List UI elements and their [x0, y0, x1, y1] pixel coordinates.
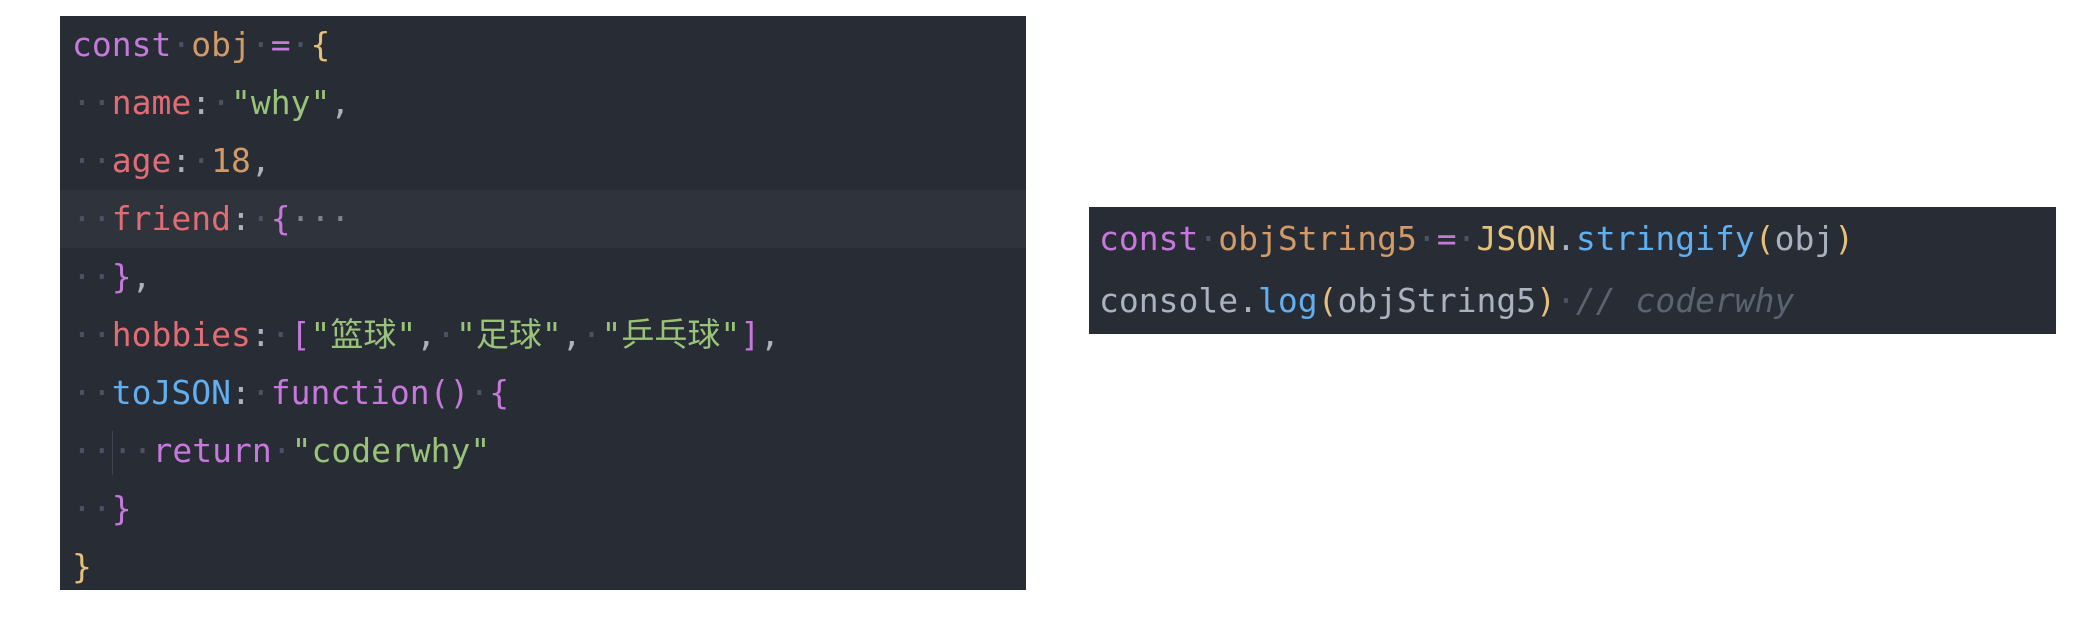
- code-line-2: ··name:·"why",: [72, 83, 351, 122]
- comma: ,: [416, 315, 437, 354]
- property-key: age: [111, 141, 172, 180]
- code-line-5: ··},: [72, 257, 152, 296]
- code-comment: // coderwhy: [1575, 281, 1795, 320]
- console-object: console: [1099, 281, 1239, 320]
- code-line-4-folded[interactable]: ··friend:·{···: [60, 190, 1026, 248]
- close-brace: }: [111, 257, 132, 296]
- code-editor-left: const·obj·=·{ ··name:·"why", ··age:·18, …: [60, 16, 1026, 590]
- comma: ,: [250, 141, 271, 180]
- method-name: stringify: [1575, 219, 1755, 258]
- method-name: log: [1257, 281, 1318, 320]
- code-line-6: ··hobbies:·["篮球",·"足球",·"乒乓球"],: [72, 315, 780, 354]
- code-editor-right: const·objString5·=·JSON.stringify(obj) c…: [1089, 207, 2056, 334]
- close-bracket: ]: [740, 315, 761, 354]
- string-value: "篮球": [310, 315, 417, 354]
- open-brace: {: [270, 199, 291, 238]
- dot: .: [1556, 219, 1576, 258]
- code-line-7: ··toJSON:·function()·{: [72, 373, 510, 412]
- argument: objString5: [1337, 281, 1537, 320]
- number-value: 18: [211, 141, 251, 180]
- method-key: toJSON: [111, 373, 231, 412]
- property-key: friend: [111, 199, 231, 238]
- open-bracket: [: [290, 315, 311, 354]
- keyword: return: [152, 431, 272, 470]
- string-value: "coderwhy": [291, 431, 491, 470]
- colon: :: [250, 315, 271, 354]
- keyword: const: [72, 25, 172, 64]
- colon: :: [191, 83, 212, 122]
- comma: ,: [131, 257, 152, 296]
- close-paren: ): [1834, 219, 1855, 258]
- string-value: "足球": [455, 315, 562, 354]
- variable: obj: [191, 25, 251, 64]
- code-line-10: }: [60, 538, 1026, 596]
- function-keyword: function: [270, 373, 430, 412]
- open-paren: (: [1754, 219, 1775, 258]
- property-key: name: [111, 83, 192, 122]
- code-line-8: ····return·"coderwhy": [60, 422, 1026, 480]
- operator: =: [1436, 219, 1457, 258]
- keyword: const: [1099, 219, 1199, 258]
- close-brace: }: [111, 489, 132, 528]
- variable: objString5: [1218, 219, 1417, 258]
- parens: (): [429, 373, 470, 412]
- colon: :: [171, 141, 192, 180]
- open-brace: {: [310, 25, 331, 64]
- close-paren: ): [1536, 281, 1556, 320]
- colon: :: [230, 199, 251, 238]
- dot: .: [1238, 281, 1258, 320]
- colon: :: [230, 373, 251, 412]
- open-brace: {: [489, 373, 510, 412]
- comma: ,: [330, 83, 351, 122]
- property-key: hobbies: [111, 315, 251, 354]
- comma: ,: [561, 315, 582, 354]
- code-line-3: ··age:·18,: [72, 141, 271, 180]
- open-paren: (: [1317, 281, 1338, 320]
- argument: obj: [1774, 219, 1835, 258]
- operator: =: [270, 25, 291, 64]
- string-value: "乒乓球": [601, 315, 741, 354]
- comma: ,: [760, 315, 780, 354]
- string-value: "why": [230, 83, 331, 122]
- fold-ellipsis-icon[interactable]: ···: [291, 199, 351, 238]
- code-line-1: const·objString5·=·JSON.stringify(obj): [1099, 219, 1855, 258]
- code-line-9: ··}: [72, 489, 132, 528]
- code-line-1: const·obj·=·{: [72, 25, 331, 64]
- json-object: JSON: [1476, 219, 1557, 258]
- close-brace: }: [72, 547, 92, 586]
- code-line-2: console.log(objString5)·// coderwhy: [1099, 281, 1795, 320]
